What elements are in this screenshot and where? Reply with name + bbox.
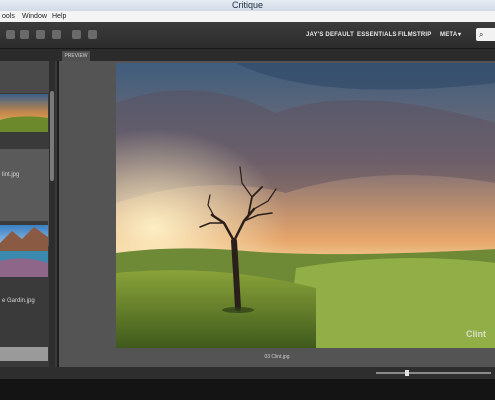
filmstrip-thumbnail-partial[interactable] (0, 347, 48, 361)
folder-icon[interactable] (88, 30, 97, 39)
filmstrip-thumbnail-sunset[interactable] (0, 94, 48, 132)
zoom-slider-knob[interactable] (405, 370, 409, 376)
workspace-dropdown[interactable]: ▾ (458, 22, 461, 48)
taskbar (0, 379, 495, 400)
search-box[interactable]: ⌕ (476, 28, 495, 41)
filmstrip-item-name: e Gardin.jpg (2, 298, 35, 304)
back-icon[interactable] (6, 30, 15, 39)
filmstrip-item-name: lint.jpg (2, 172, 20, 178)
filmstrip-panel: lint.jpg e Gardin.jpg (0, 61, 59, 367)
workspace-filmstrip[interactable]: FILMSTRIP (398, 22, 431, 48)
toolbar: JAY'S DEFAULT ESSENTIALS FILMSTRIP META … (0, 22, 495, 49)
menu-item-window[interactable]: Window (22, 11, 47, 22)
window-title: Critique (231, 0, 263, 10)
workspace-jays-default[interactable]: JAY'S DEFAULT (306, 22, 354, 48)
preview-panel: Clint 03 Clint.jpg (59, 61, 495, 367)
preview-caption: 03 Clint.jpg (264, 354, 290, 360)
filmstrip-thumbnail-lake[interactable] (0, 221, 48, 285)
zoom-slider[interactable] (376, 372, 491, 374)
open-icon[interactable] (72, 30, 81, 39)
filmstrip-scrollbar[interactable] (49, 61, 55, 367)
status-bar (0, 367, 495, 379)
window-titlebar: Critique (0, 0, 495, 11)
forward-icon[interactable] (20, 30, 29, 39)
rotate-icon[interactable] (36, 30, 45, 39)
tab-preview[interactable]: PREVIEW (62, 51, 90, 61)
scrollbar-thumb[interactable] (50, 91, 54, 181)
workspace-essentials[interactable]: ESSENTIALS (357, 22, 397, 48)
watermark-logo: Clint (466, 329, 486, 339)
refresh-icon[interactable] (52, 30, 61, 39)
filmstrip-empty-slot (0, 61, 55, 93)
search-icon: ⌕ (479, 30, 484, 39)
panel-header-bar: PREVIEW (0, 49, 495, 61)
menu-item-tools[interactable]: ools (2, 11, 15, 22)
workspace-meta[interactable]: META (440, 22, 457, 48)
preview-image: Clint (116, 63, 495, 348)
menu-item-help[interactable]: Help (52, 11, 66, 22)
